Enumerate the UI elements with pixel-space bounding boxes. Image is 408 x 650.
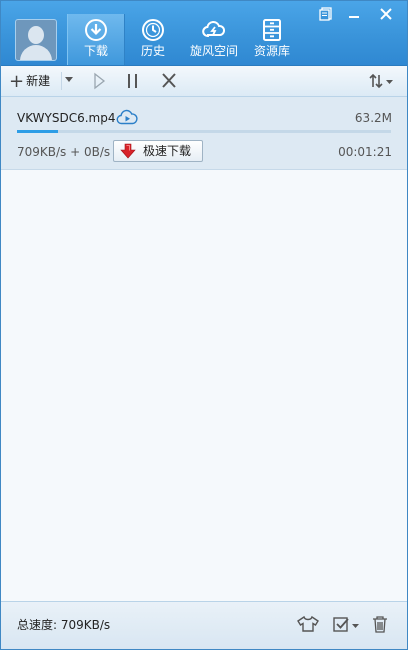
nav-cloud-space-label: 旋风空间 bbox=[189, 44, 238, 58]
sort-button[interactable] bbox=[367, 70, 397, 92]
task-speed: 709KB/s + 0B/s bbox=[17, 145, 111, 159]
history-clock-icon bbox=[142, 19, 164, 41]
nav-download-label: 下载 bbox=[83, 44, 108, 58]
turbo-download-button[interactable]: 极速下载 bbox=[113, 140, 203, 162]
close-button[interactable] bbox=[375, 4, 397, 24]
nav-resource-library-label: 资源库 bbox=[253, 44, 290, 58]
turbo-arrow-icon bbox=[120, 143, 136, 159]
nav-cloud-space[interactable]: 旋风空间 bbox=[185, 14, 243, 65]
task-filename: VKWYSDC6.mp4 bbox=[17, 111, 116, 125]
toolbar-divider bbox=[61, 72, 62, 90]
skin-shirt-button[interactable] bbox=[295, 612, 321, 636]
total-speed: 总速度: 709KB/s bbox=[17, 618, 111, 632]
close-icon bbox=[380, 8, 392, 20]
task-progress-fill bbox=[17, 130, 59, 133]
turbo-download-label: 极速下载 bbox=[143, 144, 192, 158]
chevron-down-icon bbox=[65, 77, 73, 82]
cloud-space-icon bbox=[202, 20, 226, 37]
skin-button[interactable] bbox=[315, 4, 337, 24]
avatar-head-shape bbox=[28, 26, 44, 44]
nav-history-label: 历史 bbox=[140, 44, 165, 58]
task-progress-bar bbox=[17, 130, 391, 133]
task-row[interactable]: VKWYSDC6.mp4 63.2M 709KB/s + 0B/s 极速下载 0… bbox=[1, 97, 407, 170]
pause-icon bbox=[128, 74, 137, 88]
nav-history[interactable]: 历史 bbox=[129, 14, 177, 65]
avatar-body-shape bbox=[20, 45, 52, 60]
status-bar: 总速度: 709KB/s bbox=[1, 601, 407, 649]
minimize-button[interactable] bbox=[343, 4, 365, 24]
delete-x-icon bbox=[162, 73, 176, 88]
task-remaining-time: 00:01:21 bbox=[338, 145, 392, 159]
cloud-play-icon[interactable] bbox=[116, 108, 138, 126]
app-window: 下载 历史 旋风空间 资源库 + 新建 VKWYSDC6.mp4 63.2M 7… bbox=[0, 0, 408, 650]
sort-icon bbox=[369, 73, 393, 89]
trash-icon bbox=[373, 616, 387, 633]
start-button[interactable] bbox=[87, 70, 111, 92]
new-task-label: 新建 bbox=[26, 74, 51, 88]
avatar[interactable] bbox=[15, 19, 57, 61]
toolbar: + 新建 bbox=[1, 66, 407, 97]
new-task-dropdown[interactable] bbox=[63, 72, 75, 90]
skin-icon bbox=[319, 7, 332, 21]
new-task-button[interactable]: + 新建 bbox=[9, 70, 50, 92]
nav-download[interactable]: 下载 bbox=[67, 14, 125, 65]
minimize-icon bbox=[349, 16, 359, 18]
recycle-bin-button[interactable] bbox=[367, 612, 393, 636]
play-icon bbox=[94, 72, 106, 90]
shirt-icon bbox=[297, 615, 319, 632]
resource-library-icon bbox=[263, 19, 281, 41]
nav-resource-library[interactable]: 资源库 bbox=[249, 14, 295, 65]
check-menu-icon bbox=[333, 617, 359, 632]
plus-icon: + bbox=[9, 71, 25, 92]
download-icon bbox=[85, 19, 107, 41]
delete-button[interactable] bbox=[157, 70, 181, 92]
pause-button[interactable] bbox=[121, 70, 145, 92]
task-size: 63.2M bbox=[354, 111, 392, 125]
header-bar: 下载 历史 旋风空间 资源库 bbox=[1, 1, 407, 66]
select-menu-button[interactable] bbox=[331, 612, 361, 636]
